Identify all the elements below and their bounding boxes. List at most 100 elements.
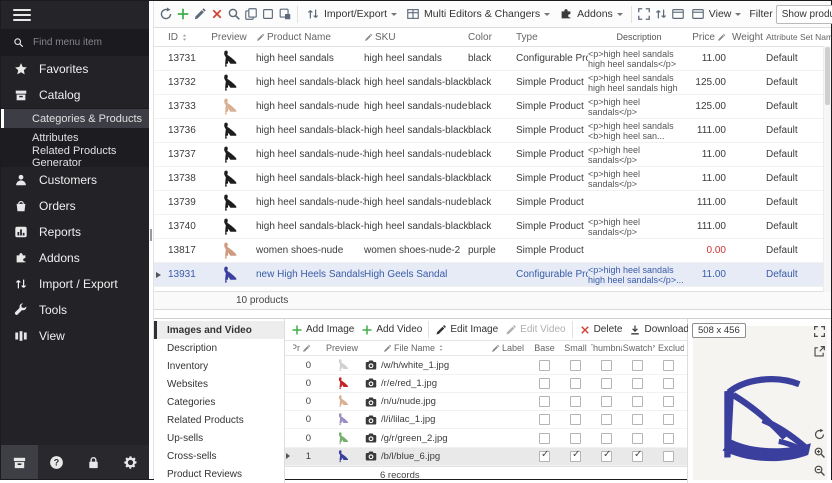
exclude-checkbox[interactable] xyxy=(663,396,674,407)
exclude-checkbox[interactable] xyxy=(663,451,674,462)
open-window-button[interactable] xyxy=(671,3,685,25)
column-header-price[interactable]: Price xyxy=(690,32,732,43)
zoom-in-icon[interactable] xyxy=(813,446,826,459)
exclude-checkbox[interactable] xyxy=(663,414,674,425)
add-image-button[interactable]: Add Image xyxy=(288,324,357,336)
product-row[interactable]: 13737high heel sandals-nude-36high heel … xyxy=(154,143,831,167)
help-button[interactable] xyxy=(38,445,75,479)
column-header-description[interactable]: Description xyxy=(588,32,690,42)
base-checkbox[interactable] xyxy=(539,414,550,425)
search-button[interactable] xyxy=(227,3,241,25)
tab-related-products[interactable]: Related Products xyxy=(154,411,284,429)
product-row[interactable]: 13731high heel sandalshigh heel sandalsb… xyxy=(154,47,831,71)
tab-up-sells[interactable]: Up-sells xyxy=(154,429,284,447)
lock-button[interactable] xyxy=(75,445,112,479)
product-row[interactable]: 13817women shoes-nudewomen shoes-nude-2p… xyxy=(154,239,831,263)
column-header-product-name[interactable]: Product Name xyxy=(256,32,364,43)
sidebar-item-import-export[interactable]: Import / Export xyxy=(1,271,149,297)
autosize-columns-button[interactable] xyxy=(637,3,651,25)
vertical-scrollbar[interactable] xyxy=(823,46,831,292)
thumbnail-checkbox[interactable] xyxy=(601,433,612,444)
base-checkbox[interactable] xyxy=(539,451,550,462)
thumbnail-checkbox[interactable] xyxy=(601,378,612,389)
scrollbar-thumb[interactable] xyxy=(825,47,830,105)
product-row[interactable]: 13733high heel sandals-nudehigh heel san… xyxy=(154,95,831,119)
image-row[interactable]: 0/r/e/red_1.jpg xyxy=(285,375,687,393)
open-external-icon[interactable] xyxy=(813,345,826,358)
sidebar-item-addons[interactable]: Addons xyxy=(1,245,149,271)
multi-editors-menu[interactable]: Multi Editors & Changers xyxy=(403,3,553,25)
sidebar-item-tools[interactable]: Tools xyxy=(1,297,149,323)
base-checkbox[interactable] xyxy=(539,360,550,371)
small-checkbox[interactable] xyxy=(570,378,581,389)
column-header-thumbnail[interactable]: Thumbna xyxy=(591,343,622,353)
swatch-checkbox[interactable] xyxy=(632,433,643,444)
add-product-button[interactable] xyxy=(176,3,190,25)
menu-toggle-button[interactable] xyxy=(1,1,149,29)
refresh-button[interactable] xyxy=(159,3,173,25)
sidebar-item-customers[interactable]: Customers xyxy=(1,167,149,193)
product-row[interactable]: 13738high heel sandals-black-37high heel… xyxy=(154,167,831,191)
sidebar-item-catalog[interactable]: Catalog xyxy=(1,82,149,108)
column-header-base[interactable]: Base xyxy=(529,343,560,353)
exclude-checkbox[interactable] xyxy=(663,433,674,444)
sidebar-item-view[interactable]: View xyxy=(1,323,149,349)
tab-images-and-video[interactable]: Images and Video xyxy=(154,321,284,339)
small-checkbox[interactable] xyxy=(570,451,581,462)
column-header-color[interactable]: Color xyxy=(468,32,516,43)
add-video-button[interactable]: Add Video xyxy=(358,324,425,336)
base-checkbox[interactable] xyxy=(539,433,550,444)
select-button[interactable] xyxy=(261,3,275,25)
small-checkbox[interactable] xyxy=(570,414,581,425)
thumbnail-checkbox[interactable] xyxy=(601,396,612,407)
product-row[interactable]: 13736high heel sandals-black-36high heel… xyxy=(154,119,831,143)
column-header-weight[interactable]: Weight xyxy=(732,32,764,43)
view-menu[interactable]: View xyxy=(688,3,745,25)
column-header-small[interactable]: Small xyxy=(560,343,591,353)
sidebar-item-favorites[interactable]: Favorites xyxy=(1,56,149,82)
store-button[interactable] xyxy=(1,445,38,479)
column-header-id[interactable]: ID xyxy=(162,32,202,43)
column-header-preview[interactable]: Preview xyxy=(319,343,365,353)
rotate-icon[interactable] xyxy=(813,428,826,441)
sort-asc-button[interactable] xyxy=(654,3,668,25)
column-header-exclude[interactable]: Exclude xyxy=(653,343,684,353)
swatch-checkbox[interactable] xyxy=(632,396,643,407)
small-checkbox[interactable] xyxy=(570,396,581,407)
swatch-checkbox[interactable] xyxy=(632,360,643,371)
column-header-file-name[interactable]: File Name xyxy=(365,343,491,353)
sidebar-item-related-products-generator[interactable]: Related Products Generator xyxy=(1,147,149,166)
thumbnail-checkbox[interactable] xyxy=(601,414,612,425)
filter-select[interactable]: Show products from selected categories xyxy=(776,5,832,24)
small-checkbox[interactable] xyxy=(570,433,581,444)
edit-image-button[interactable]: Edit Image xyxy=(432,324,501,336)
thumbnail-checkbox[interactable] xyxy=(601,451,612,462)
import-export-menu[interactable]: Import/Export xyxy=(303,3,400,25)
tab-inventory[interactable]: Inventory xyxy=(154,357,284,375)
image-row-selected[interactable]: 1/b/l/blue_6.jpg xyxy=(285,448,687,466)
column-header-sku[interactable]: SKU xyxy=(364,32,468,43)
thumbnail-checkbox[interactable] xyxy=(601,360,612,371)
tab-categories[interactable]: Categories xyxy=(154,393,284,411)
column-header-pr[interactable]: Pr xyxy=(293,343,319,353)
image-row[interactable]: 0/g/r/green_2.jpg xyxy=(285,429,687,447)
small-checkbox[interactable] xyxy=(570,360,581,371)
swatch-checkbox[interactable] xyxy=(632,414,643,425)
swatch-checkbox[interactable] xyxy=(632,451,643,462)
image-row[interactable]: 0/w/h/white_1.jpg xyxy=(285,356,687,374)
duplicate-button[interactable] xyxy=(278,3,292,25)
column-header-attribute-set[interactable]: Attribute Set Name xyxy=(764,32,831,42)
image-row[interactable]: 0/n/u/nude.jpg xyxy=(285,393,687,411)
sidebar-item-orders[interactable]: Orders xyxy=(1,193,149,219)
delete-product-button[interactable] xyxy=(210,3,224,25)
product-row[interactable]: 13732high heel sandals-blackhigh heel sa… xyxy=(154,71,831,95)
sidebar-item-categories-products[interactable]: Categories & Products xyxy=(1,109,149,128)
base-checkbox[interactable] xyxy=(539,378,550,389)
column-header-preview[interactable]: Preview xyxy=(202,32,256,43)
edit-product-button[interactable] xyxy=(193,3,207,25)
product-row[interactable]: 13739high heel sandals-nude-37high heel … xyxy=(154,191,831,215)
addons-menu[interactable]: Addons xyxy=(556,3,626,25)
column-header-swatch[interactable]: Swatch xyxy=(622,343,653,353)
tab-websites[interactable]: Websites xyxy=(154,375,284,393)
settings-button[interactable] xyxy=(112,445,149,479)
